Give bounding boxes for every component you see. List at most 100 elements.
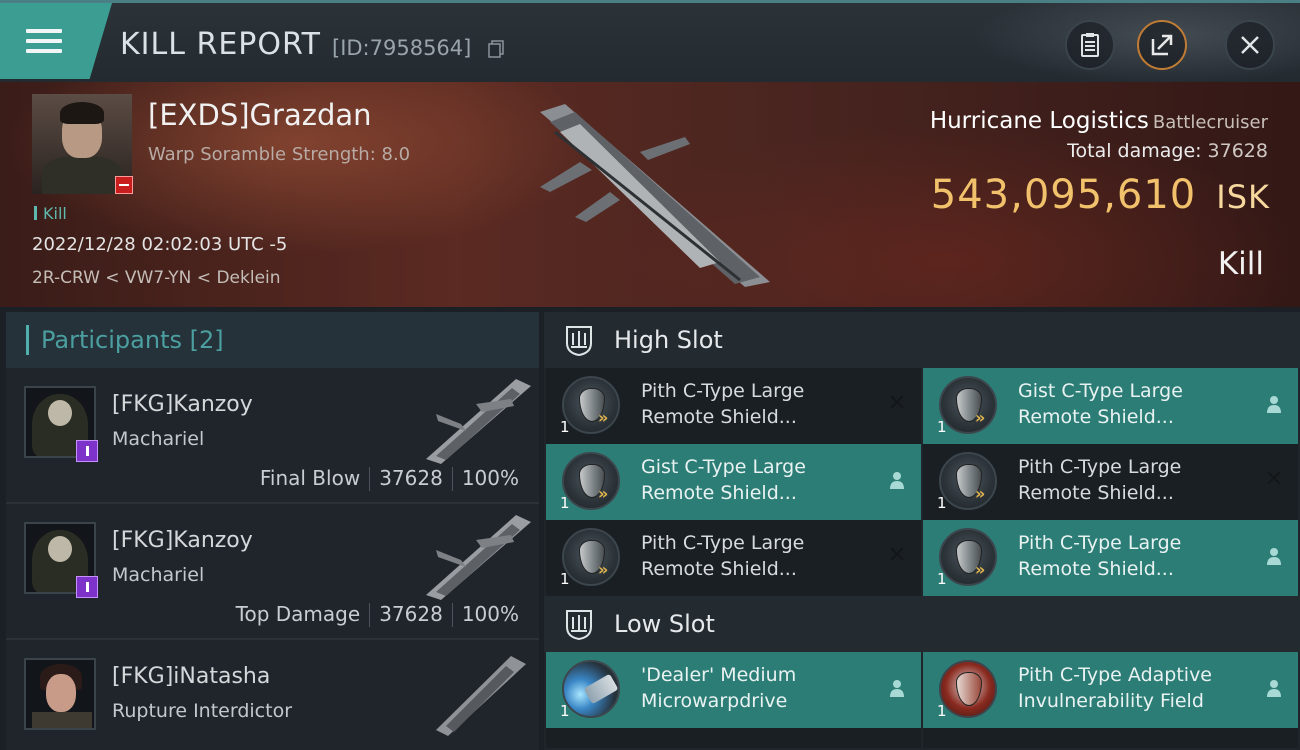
close-button[interactable] bbox=[1225, 20, 1275, 70]
total-damage: Total damage: 37628 bbox=[1067, 140, 1268, 162]
victim-ship-image bbox=[540, 104, 770, 287]
dropped-person-icon bbox=[887, 470, 907, 490]
high-slot-header: High Slot bbox=[544, 312, 1300, 368]
victim-banner: [EXDS]Grazdan Warp Soramble Strength: 8.… bbox=[0, 82, 1300, 307]
module-qty: 1 bbox=[560, 418, 570, 436]
participant-role: Top Damage bbox=[235, 602, 361, 626]
participant-name: [FKG]iNatasha bbox=[112, 664, 271, 689]
kill-location[interactable]: 2R-CRW < VW7-YN < Deklein bbox=[32, 268, 281, 288]
participant-percent: 100% bbox=[461, 602, 519, 626]
module-row[interactable]: » 1 Pith C-Type Large Remote Shield... ✕ bbox=[546, 368, 921, 444]
destroyed-icon: ✕ bbox=[887, 391, 907, 416]
clipboard-button[interactable] bbox=[1065, 20, 1115, 70]
low-slot-icon bbox=[566, 610, 592, 641]
isk-amount: 543,095,610 bbox=[930, 172, 1197, 218]
module-row[interactable]: » 1 Pith C-Type Large Remote Shield... bbox=[923, 520, 1298, 596]
module-row[interactable]: 1 Pith C-Type Adaptive Invulnerability Fi… bbox=[923, 652, 1298, 728]
participant-role: Final Blow bbox=[259, 466, 361, 490]
participant-ship: Machariel bbox=[112, 428, 205, 450]
participant-name: [FKG]Kanzoy bbox=[112, 528, 253, 553]
module-icon: » bbox=[939, 376, 997, 434]
module-icon: » bbox=[562, 528, 620, 586]
ship-class-text: Battlecruiser bbox=[1152, 112, 1268, 133]
kill-date: 2022/12/28 02:02:03 UTC -5 bbox=[32, 234, 288, 255]
victim-name[interactable]: [EXDS]Grazdan bbox=[148, 98, 372, 132]
isk-unit: ISK bbox=[1216, 178, 1270, 216]
module-row[interactable]: » 1 Pith C-Type Large Remote Shield... ✕ bbox=[546, 520, 921, 596]
copy-icon[interactable] bbox=[488, 40, 504, 58]
isk-value: 543,095,610 ISK bbox=[931, 172, 1270, 218]
module-name: Pith C-Type Adaptive Invulnerability Fiel… bbox=[1018, 664, 1212, 712]
module-qty: 1 bbox=[937, 702, 947, 720]
module-icon: » bbox=[562, 376, 620, 434]
menu-button[interactable] bbox=[0, 3, 112, 79]
participant-name: [FKG]Kanzoy bbox=[112, 392, 253, 417]
ship-name-text: Hurricane Logistics bbox=[929, 108, 1149, 134]
participant-damage: 37628 bbox=[379, 602, 443, 626]
corp-badge bbox=[76, 440, 98, 462]
warp-scramble-strength: Warp Soramble Strength: 8.0 bbox=[148, 144, 411, 165]
participants-panel: Participants [2] [FKG]Kanzoy Machariel F… bbox=[6, 312, 539, 750]
module-icon: » bbox=[939, 528, 997, 586]
high-slot-grid: » 1 Pith C-Type Large Remote Shield... ✕ … bbox=[544, 368, 1300, 596]
participant-damage: 37628 bbox=[379, 466, 443, 490]
hamburger-icon bbox=[26, 29, 62, 53]
fitting-panel: High Slot » 1 Pith C-Type Large Remote Sh… bbox=[544, 312, 1300, 750]
module-row[interactable]: » 1 Gist C-Type Large Remote Shield... bbox=[546, 444, 921, 520]
module-qty: 1 bbox=[937, 570, 947, 588]
title-bar: KILL REPORT [ID:7958564] bbox=[0, 0, 1300, 85]
share-icon bbox=[1151, 34, 1173, 56]
module-name: Gist C-Type Large Remote Shield... bbox=[641, 456, 806, 504]
participants-title: Participants [2] bbox=[6, 312, 539, 368]
module-name: 'Dealer' Medium Microwarpdrive bbox=[641, 664, 797, 712]
participant-ship: Rupture Interdictor bbox=[112, 700, 292, 722]
low-slot-label: Low Slot bbox=[614, 610, 715, 638]
share-button[interactable] bbox=[1137, 20, 1187, 70]
total-damage-label: Total damage: bbox=[1067, 140, 1202, 162]
participant-stats: Final Blow 37628 100% bbox=[251, 466, 528, 491]
module-icon: » bbox=[562, 452, 620, 510]
module-qty: 1 bbox=[560, 570, 570, 588]
dropped-person-icon bbox=[1264, 546, 1284, 566]
low-slot-grid: 1 'Dealer' Medium Microwarpdrive 1 Pith C… bbox=[544, 652, 1300, 748]
destroyed-icon: ✕ bbox=[887, 543, 907, 568]
result-label: Kill bbox=[1217, 246, 1264, 282]
close-icon bbox=[1241, 36, 1259, 54]
participant-row[interactable]: [FKG]iNatasha Rupture Interdictor bbox=[6, 640, 539, 750]
module-row[interactable]: » 1 Gist C-Type Large Remote Shield... bbox=[923, 368, 1298, 444]
participant-row[interactable]: [FKG]Kanzoy Machariel Top Damage 37628 1… bbox=[6, 504, 539, 640]
module-qty: 1 bbox=[937, 494, 947, 512]
module-name: Pith C-Type Large Remote Shield... bbox=[641, 532, 805, 580]
participant-percent: 100% bbox=[461, 466, 519, 490]
corp-badge bbox=[76, 576, 98, 598]
module-icon bbox=[562, 660, 620, 718]
victim-ship-name[interactable]: Hurricane Logistics Battlecruiser bbox=[930, 108, 1268, 134]
module-name: Pith C-Type Large Remote Shield... bbox=[1018, 532, 1182, 580]
module-row[interactable]: 1 'Dealer' Medium Microwarpdrive bbox=[546, 652, 921, 728]
kill-id: [ID:7958564] bbox=[332, 36, 472, 60]
module-row-partial[interactable] bbox=[923, 728, 1298, 748]
module-icon: » bbox=[939, 452, 997, 510]
module-qty: 1 bbox=[937, 418, 947, 436]
page-title: KILL REPORT bbox=[120, 27, 321, 62]
dropped-person-icon bbox=[1264, 394, 1284, 414]
dropped-person-icon bbox=[1264, 678, 1284, 698]
participant-ship-image bbox=[436, 656, 526, 736]
total-damage-value: 37628 bbox=[1207, 140, 1268, 162]
module-name: Gist C-Type Large Remote Shield... bbox=[1018, 380, 1183, 428]
module-row[interactable]: » 1 Pith C-Type Large Remote Shield... ✕ bbox=[923, 444, 1298, 520]
module-icon bbox=[939, 660, 997, 718]
dropped-person-icon bbox=[887, 678, 907, 698]
participant-ship: Machariel bbox=[112, 564, 205, 586]
high-slot-icon bbox=[566, 326, 592, 357]
kill-tag: Kill bbox=[34, 204, 67, 223]
high-slot-label: High Slot bbox=[614, 326, 723, 354]
module-row-partial[interactable] bbox=[546, 728, 921, 748]
participant-row[interactable]: [FKG]Kanzoy Machariel Final Blow 37628 1… bbox=[6, 368, 539, 504]
destroyed-icon: ✕ bbox=[1264, 467, 1284, 492]
module-qty: 1 bbox=[560, 702, 570, 720]
participant-stats: Top Damage 37628 100% bbox=[227, 602, 528, 627]
clipboard-icon bbox=[1081, 33, 1099, 57]
avatar bbox=[24, 658, 96, 730]
participant-ship-image bbox=[426, 515, 531, 600]
